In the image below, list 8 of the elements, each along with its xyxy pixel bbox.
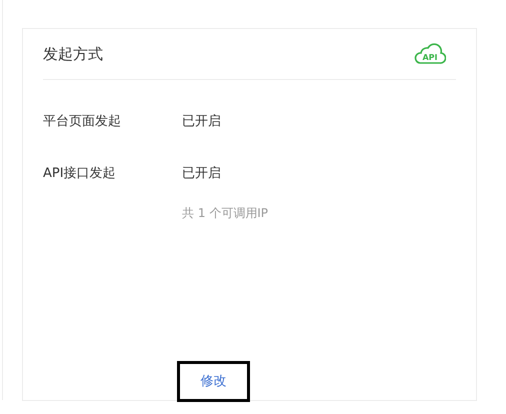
card-title: 发起方式 <box>43 44 103 65</box>
field-label: 平台页面发起 <box>43 113 122 132</box>
cloud-api-icon: API <box>414 43 446 65</box>
field-label: API接口发起 <box>43 165 117 184</box>
ip-count-note: 共 1 个可调用IP <box>182 205 270 222</box>
edit-button[interactable]: 修改 <box>177 361 250 402</box>
field-value: 已开启 <box>182 113 221 132</box>
field-value: 已开启 <box>182 165 221 184</box>
